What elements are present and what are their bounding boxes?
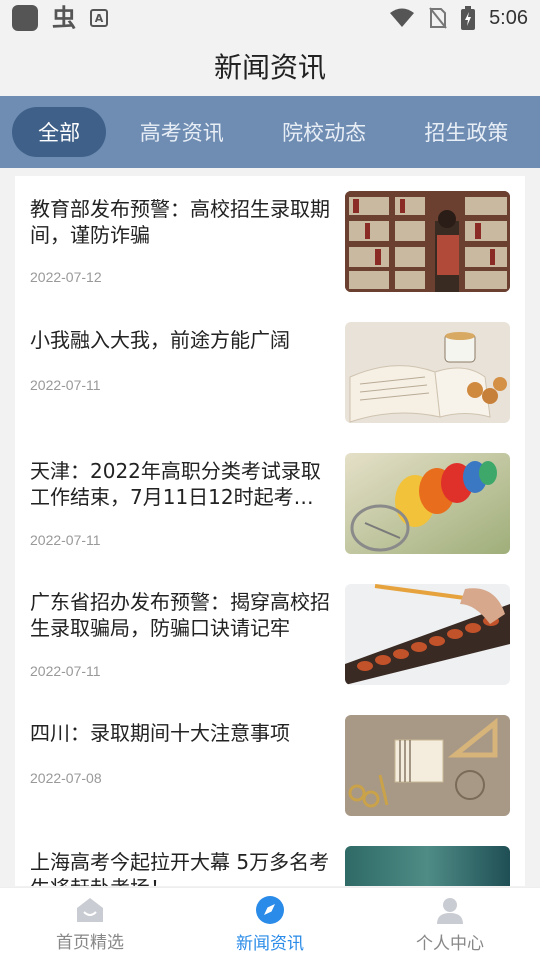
page-title: 新闻资讯 [213,51,326,84]
status-bar: 虫 A 5:06 [0,0,540,36]
news-title: 教育部发布预警：高校招生录取期间，谨防诈骗 [30,197,330,247]
news-thumbnail-colored-discs [345,453,510,554]
clock: 5:06 [489,6,528,29]
wifi-icon [390,8,415,27]
news-thumbnail-abacus [345,584,510,685]
tab-all[interactable]: 全部 [12,107,107,157]
news-title: 上海高考今起拉开大幕 5万多名考生将赶赴考场！ [30,850,330,886]
news-item[interactable]: 小我融入大我，前途方能广阔 2022-07-11 [15,307,525,438]
news-item[interactable]: 上海高考今起拉开大幕 5万多名考生将赶赴考场！ [15,831,525,886]
news-item[interactable]: 教育部发布预警：高校招生录取期间，谨防诈骗 2022-07-12 [15,176,525,307]
category-tab-bar: 全部 高考资讯 院校动态 招生政策 [0,96,540,168]
news-title: 广东省招办发布预警：揭穿高校招生录取骗局，防骗口诀请记牢 [30,590,330,640]
tab-school-news[interactable]: 院校动态 [255,107,392,157]
tab-admission-policy[interactable]: 招生政策 [393,107,540,157]
news-thumbnail-bookshelf [345,191,510,292]
nav-news[interactable]: 新闻资讯 [180,888,360,960]
nav-home[interactable]: 首页精选 [0,888,180,960]
home-icon [77,897,103,922]
news-list[interactable]: 教育部发布预警：高校招生录取期间，谨防诈骗 2022-07-12 小我融入大我，… [15,176,525,886]
news-thumbnail-stationery [345,715,510,816]
a-icon: A [90,9,108,27]
news-title: 天津：2022年高职分类考试录取工作结束，7月11日12时起考… [30,459,321,509]
news-date: 2022-07-11 [30,532,101,548]
news-thumbnail-book-tea [345,322,510,423]
battery-charging-icon [461,6,476,30]
bottom-nav: 首页精选 新闻资讯 个人中心 [0,887,540,960]
app-notification-icon [12,5,38,31]
news-date: 2022-07-11 [30,377,101,393]
bug-icon: 虫 [52,4,76,32]
news-item[interactable]: 四川：录取期间十大注意事项 2022-07-08 [15,700,525,831]
person-icon [437,897,463,924]
news-date: 2022-07-12 [30,269,102,285]
tab-gaokao-news[interactable]: 高考资讯 [108,107,255,157]
compass-icon [256,895,284,924]
nav-profile[interactable]: 个人中心 [360,888,540,960]
news-thumbnail-gradient [345,846,510,886]
news-item[interactable]: 天津：2022年高职分类考试录取工作结束，7月11日12时起考… 2022-07… [15,438,525,569]
no-sim-icon [429,7,447,29]
nav-home-label: 首页精选 [56,932,124,953]
news-title: 小我融入大我，前途方能广阔 [30,328,290,352]
nav-news-label: 新闻资讯 [236,933,304,954]
nav-profile-label: 个人中心 [416,933,484,954]
news-item[interactable]: 广东省招办发布预警：揭穿高校招生录取骗局，防骗口诀请记牢 2022-07-11 [15,569,525,700]
page-header: 新闻资讯 [0,36,540,96]
news-date: 2022-07-08 [30,770,102,786]
news-title: 四川：录取期间十大注意事项 [30,721,290,745]
news-date: 2022-07-11 [30,663,101,679]
